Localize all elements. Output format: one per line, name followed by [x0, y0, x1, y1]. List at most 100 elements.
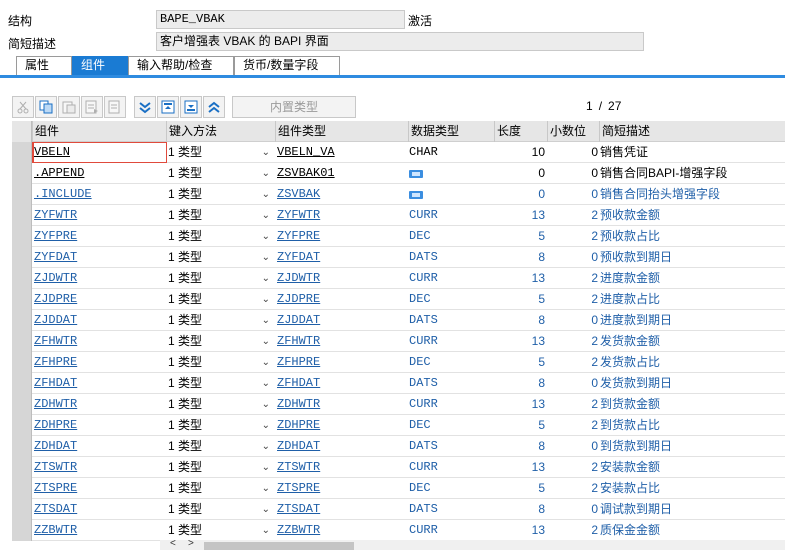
row-typing-method[interactable]: 1 类型 ⌄	[166, 184, 274, 205]
chevron-down-icon[interactable]: ⌄	[262, 247, 270, 268]
row-component[interactable]: ZTSPRE	[32, 478, 165, 499]
scrollbar-thumb[interactable]	[204, 542, 354, 550]
row-component-type[interactable]: ZDHDAT	[275, 436, 408, 457]
short-desc-field[interactable]: 客户增强表 VBAK 的 BAPI 界面	[156, 32, 644, 51]
table-row[interactable]: .APPEND 1 类型 ⌄ ZSVBAK01 0 0 销售合同BAPI-增强字段	[12, 163, 785, 184]
chevron-down-icon[interactable]: ⌄	[262, 520, 270, 541]
tab-currency-quantity[interactable]: 货币/数量字段	[234, 56, 340, 75]
row-selector[interactable]	[12, 331, 32, 352]
table-row[interactable]: ZFHDAT 1 类型 ⌄ ZFHDAT DATS 8 0 发货款到期日	[12, 373, 785, 394]
row-typing-method[interactable]: 1 类型 ⌄	[166, 268, 274, 289]
row-typing-method[interactable]: 1 类型 ⌄	[166, 478, 274, 499]
first-page-button[interactable]	[157, 96, 179, 118]
col-header-component-type[interactable]: 组件类型	[275, 121, 408, 142]
row-component[interactable]: ZDHPRE	[32, 415, 165, 436]
copy-button[interactable]	[35, 96, 57, 118]
row-component-type[interactable]: ZTSDAT	[275, 499, 408, 520]
row-selector[interactable]	[12, 478, 32, 499]
row-component-type[interactable]: ZYFPRE	[275, 226, 408, 247]
chevron-down-icon[interactable]: ⌄	[262, 436, 270, 457]
table-row[interactable]: ZJDDAT 1 类型 ⌄ ZJDDAT DATS 8 0 进度款到期日	[12, 310, 785, 331]
row-typing-method[interactable]: 1 类型 ⌄	[166, 310, 274, 331]
chevron-down-icon[interactable]: ⌄	[262, 163, 270, 184]
table-row[interactable]: ZYFDAT 1 类型 ⌄ ZYFDAT DATS 8 0 预收款到期日	[12, 247, 785, 268]
row-component[interactable]: ZFHDAT	[32, 373, 165, 394]
row-selector[interactable]	[12, 247, 32, 268]
row-component-type[interactable]: ZSVBAK	[275, 184, 408, 205]
scroll-left-icon[interactable]: <	[170, 538, 176, 549]
row-selector[interactable]	[12, 499, 32, 520]
chevron-down-icon[interactable]: ⌄	[262, 394, 270, 415]
row-component[interactable]: ZDHWTR	[32, 394, 165, 415]
table-row[interactable]: ZFHPRE 1 类型 ⌄ ZFHPRE DEC 5 2 发货款占比	[12, 352, 785, 373]
row-typing-method[interactable]: 1 类型 ⌄	[166, 289, 274, 310]
tab-components[interactable]: 组件	[72, 56, 128, 75]
row-typing-method[interactable]: 1 类型 ⌄	[166, 226, 274, 247]
row-selector[interactable]	[12, 457, 32, 478]
row-typing-method[interactable]: 1 类型 ⌄	[166, 331, 274, 352]
row-typing-method[interactable]: 1 类型 ⌄	[166, 373, 274, 394]
col-header-decimals[interactable]: 小数位	[547, 121, 599, 142]
row-selector[interactable]	[12, 373, 32, 394]
table-row[interactable]: ZZBWTR 1 类型 ⌄ ZZBWTR CURR 13 2 质保金金额	[12, 520, 785, 541]
chevron-down-icon[interactable]: ⌄	[262, 184, 270, 205]
row-typing-method[interactable]: 1 类型 ⌄	[166, 247, 274, 268]
chevron-down-icon[interactable]: ⌄	[262, 499, 270, 520]
table-row[interactable]: .INCLUDE 1 类型 ⌄ ZSVBAK 0 0 销售合同抬头增强字段	[12, 184, 785, 205]
row-component[interactable]: ZYFPRE	[32, 226, 165, 247]
row-component-type[interactable]: ZYFDAT	[275, 247, 408, 268]
row-component-type[interactable]: ZJDDAT	[275, 310, 408, 331]
row-selector[interactable]	[12, 226, 32, 247]
row-typing-method[interactable]: 1 类型 ⌄	[166, 205, 274, 226]
row-typing-method[interactable]: 1 类型 ⌄	[166, 163, 274, 184]
row-selector[interactable]	[12, 310, 32, 331]
table-row[interactable]: ZJDWTR 1 类型 ⌄ ZJDWTR CURR 13 2 进度款金额	[12, 268, 785, 289]
col-header-data-type[interactable]: 数据类型	[408, 121, 494, 142]
chevron-down-icon[interactable]: ⌄	[262, 331, 270, 352]
row-typing-method[interactable]: 1 类型 ⌄	[166, 415, 274, 436]
table-row[interactable]: ZTSWTR 1 类型 ⌄ ZTSWTR CURR 13 2 安装款金额	[12, 457, 785, 478]
chevron-down-icon[interactable]: ⌄	[262, 457, 270, 478]
row-selector[interactable]	[12, 142, 32, 163]
chevron-down-icon[interactable]: ⌄	[262, 205, 270, 226]
chevron-down-icon[interactable]: ⌄	[262, 289, 270, 310]
table-row[interactable]: ZDHPRE 1 类型 ⌄ ZDHPRE DEC 5 2 到货款占比	[12, 415, 785, 436]
table-row[interactable]: ZFHWTR 1 类型 ⌄ ZFHWTR CURR 13 2 发货款金额	[12, 331, 785, 352]
row-component[interactable]: ZFHWTR	[32, 331, 165, 352]
row-typing-method[interactable]: 1 类型 ⌄	[166, 142, 274, 163]
row-component-type[interactable]: ZFHDAT	[275, 373, 408, 394]
table-row[interactable]: ZJDPRE 1 类型 ⌄ ZJDPRE DEC 5 2 进度款占比	[12, 289, 785, 310]
row-selector[interactable]	[12, 205, 32, 226]
chevron-down-icon[interactable]: ⌄	[262, 352, 270, 373]
row-component-type[interactable]: ZFHWTR	[275, 331, 408, 352]
row-component-type[interactable]: ZJDWTR	[275, 268, 408, 289]
table-row[interactable]: ZTSPRE 1 类型 ⌄ ZTSPRE DEC 5 2 安装款占比	[12, 478, 785, 499]
row-typing-method[interactable]: 1 类型 ⌄	[166, 499, 274, 520]
last-page-button[interactable]	[180, 96, 202, 118]
row-component[interactable]: ZJDDAT	[32, 310, 165, 331]
scroll-right-icon[interactable]: >	[188, 538, 194, 549]
chevron-down-icon[interactable]: ⌄	[262, 310, 270, 331]
row-component[interactable]: ZJDWTR	[32, 268, 165, 289]
expand-button[interactable]	[134, 96, 156, 118]
row-component[interactable]: ZYFDAT	[32, 247, 165, 268]
row-typing-method[interactable]: 1 类型 ⌄	[166, 352, 274, 373]
row-typing-method[interactable]: 1 类型 ⌄	[166, 394, 274, 415]
row-component-type[interactable]: ZDHWTR	[275, 394, 408, 415]
row-component-type[interactable]: VBELN_VA	[275, 142, 408, 163]
row-selector[interactable]	[12, 394, 32, 415]
row-component[interactable]: ZFHPRE	[32, 352, 165, 373]
table-row[interactable]: ZYFPRE 1 类型 ⌄ ZYFPRE DEC 5 2 预收款占比	[12, 226, 785, 247]
row-component-type[interactable]: ZFHPRE	[275, 352, 408, 373]
row-component[interactable]: ZJDPRE	[32, 289, 165, 310]
table-row[interactable]: VBELN 1 类型 ⌄ VBELN_VA CHAR 10 0 销售凭证	[12, 142, 785, 163]
row-component[interactable]: .APPEND	[32, 163, 165, 184]
horizontal-scrollbar[interactable]: < >	[160, 538, 785, 550]
col-header-length[interactable]: 长度	[494, 121, 547, 142]
row-component[interactable]: ZZBWTR	[32, 520, 165, 541]
row-component[interactable]: ZDHDAT	[32, 436, 165, 457]
chevron-down-icon[interactable]: ⌄	[262, 373, 270, 394]
row-component[interactable]: ZTSWTR	[32, 457, 165, 478]
structure-name-field[interactable]: BAPE_VBAK	[156, 10, 405, 29]
row-component[interactable]: ZYFWTR	[32, 205, 165, 226]
